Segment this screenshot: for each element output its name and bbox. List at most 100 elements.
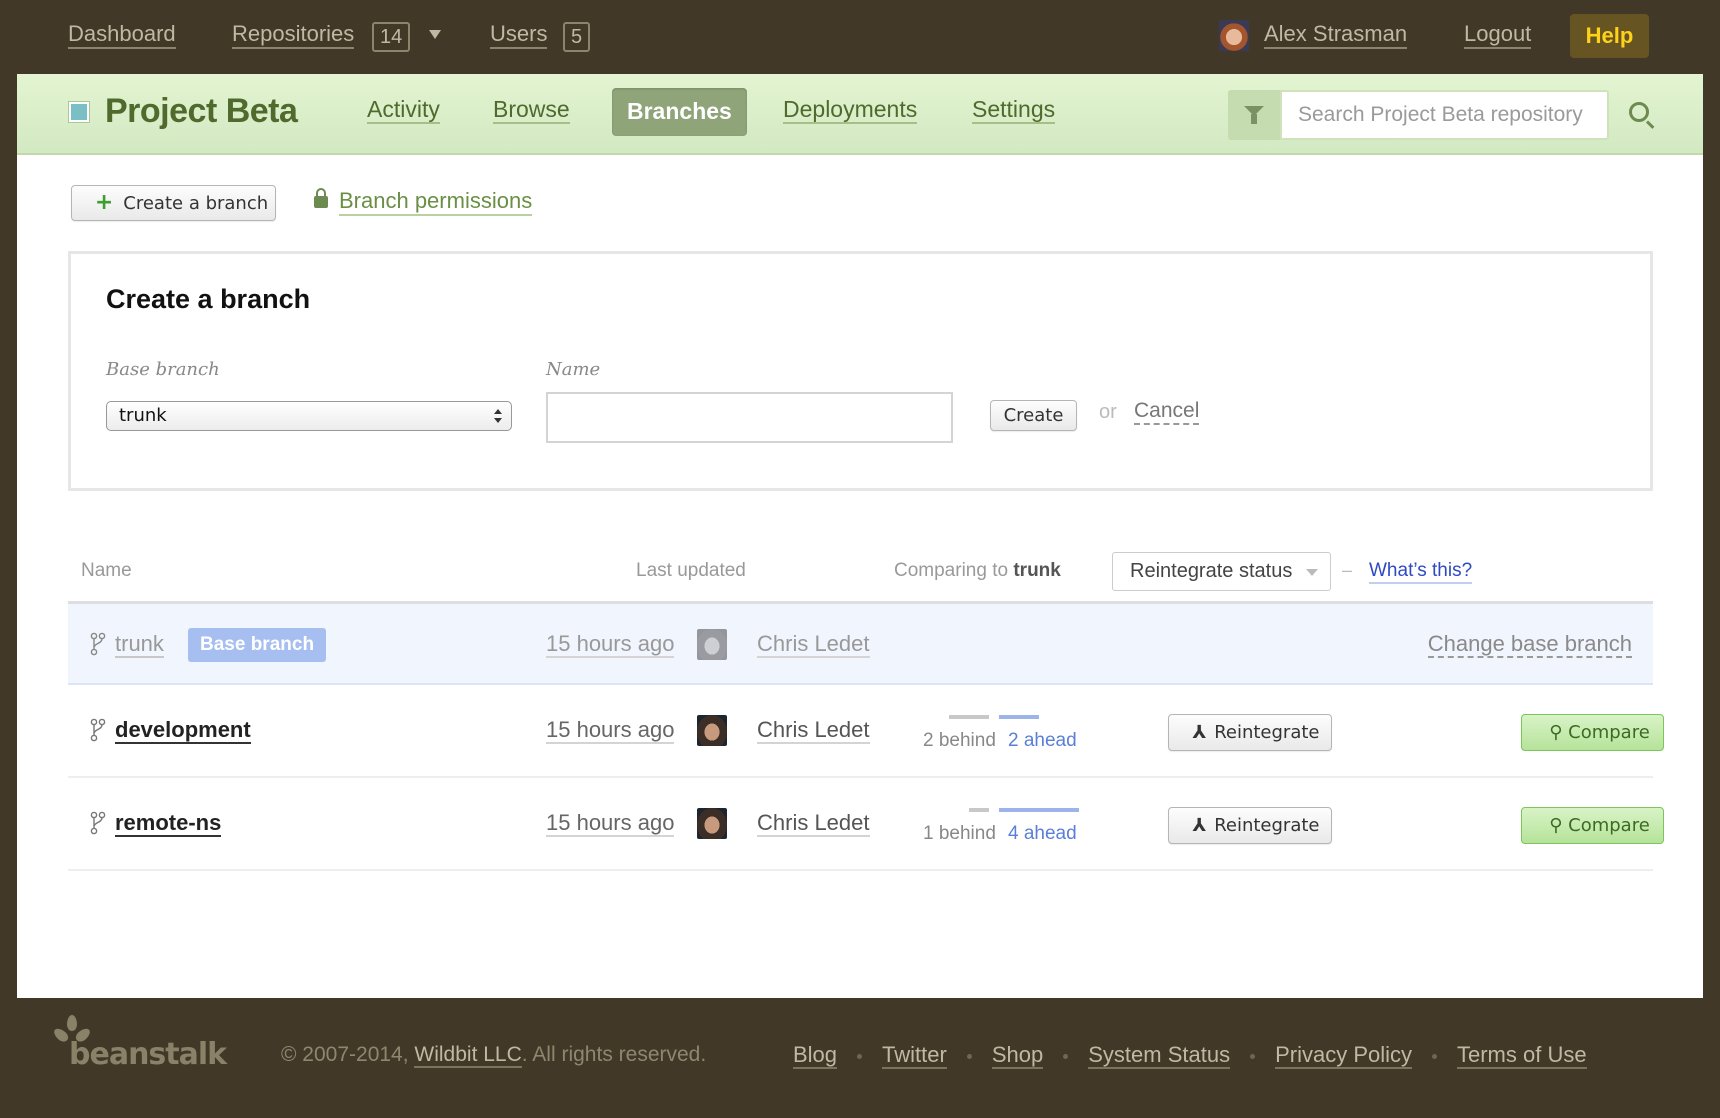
whats-this-link[interactable]: What’s this? (1369, 560, 1473, 584)
users-count-badge: 5 (563, 22, 591, 52)
logout-link[interactable]: Logout (1464, 22, 1532, 49)
select-updown-icon (494, 409, 502, 423)
copyright-prefix: © 2007-2014, (281, 1043, 415, 1066)
change-base-branch-link[interactable]: Change base branch (1427, 632, 1632, 658)
create-submit-button[interactable]: Create (990, 400, 1077, 431)
copyright-text: © 2007-2014, Wildbit LLC. All rights res… (281, 1043, 706, 1068)
repository-search-input[interactable] (1280, 90, 1609, 140)
project-title: Project Beta (105, 92, 298, 130)
footer-link-system-status[interactable]: System Status (1088, 1043, 1231, 1069)
footer-link-privacy-policy[interactable]: Privacy Policy (1275, 1043, 1412, 1069)
merge-icon: ⅄ (1192, 815, 1207, 836)
tab-browse[interactable]: Browse (493, 96, 570, 124)
author-avatar (697, 808, 727, 839)
repositories-count-badge: 14 (372, 22, 411, 52)
author-link[interactable]: Chris Ledet (757, 811, 870, 837)
reintegrate-button[interactable]: ⅄ Reintegrate (1168, 714, 1332, 751)
base-branch-select[interactable]: trunk (106, 401, 512, 431)
footer-separator (966, 1053, 972, 1059)
nav-users[interactable]: Users (490, 22, 548, 49)
author-avatar (697, 715, 727, 746)
project-header: Project Beta Activity Browse Branches De… (17, 74, 1703, 155)
reintegrate-label: Reintegrate (1214, 815, 1320, 836)
ahead-count-link[interactable]: 2 ahead (1008, 730, 1077, 752)
reintegrate-status-select[interactable]: Reintegrate status (1112, 552, 1331, 591)
compare-icon: ⚲ (1549, 815, 1569, 836)
nav-repositories[interactable]: Repositories (232, 22, 355, 49)
help-button[interactable]: Help (1570, 14, 1649, 58)
branch-name-link[interactable]: development (115, 718, 251, 744)
footer-link-blog[interactable]: Blog (793, 1043, 838, 1069)
footer-link-terms-of-use[interactable]: Terms of Use (1457, 1043, 1587, 1069)
create-branch-label: Create a branch (123, 193, 269, 214)
author-link[interactable]: Chris Ledet (757, 718, 870, 744)
ahead-bar (999, 808, 1079, 812)
compare-label: Compare (1568, 815, 1650, 836)
last-updated-link[interactable]: 15 hours ago (546, 632, 675, 658)
footer-links: Blog Twitter Shop System Status Privacy … (793, 1043, 1587, 1069)
filter-icon (1244, 106, 1264, 124)
last-updated-link[interactable]: 15 hours ago (546, 718, 675, 744)
merge-icon: ⅄ (1192, 722, 1207, 743)
wildbit-link[interactable]: Wildbit LLC (414, 1043, 522, 1068)
plus-icon: + (94, 190, 114, 215)
user-name-link[interactable]: Alex Strasman (1264, 22, 1408, 49)
logo-wordmark: beanstalk (69, 1037, 227, 1072)
branch-row: remote-ns 15 hours ago Chris Ledet 1 beh… (68, 778, 1664, 871)
ahead-bar (999, 715, 1039, 719)
beanstalk-logo[interactable]: beanstalk (51, 1015, 227, 1073)
branch-name-link[interactable]: trunk (115, 632, 164, 658)
search-filter-button[interactable] (1228, 90, 1280, 140)
comparing-prefix: Comparing to (894, 560, 1009, 581)
repositories-dropdown-caret-icon[interactable] (429, 30, 441, 39)
branch-icon (90, 811, 106, 835)
main-content-card: Project Beta Activity Browse Branches De… (17, 74, 1703, 998)
behind-count: 2 behind (923, 730, 996, 751)
dash-separator: – (1342, 560, 1353, 580)
column-header-name: Name (81, 560, 132, 581)
branch-icon (90, 632, 106, 656)
base-branch-value: trunk (119, 405, 167, 426)
column-header-comparing: Comparing to trunk (894, 560, 1061, 582)
branch-name-input[interactable] (546, 392, 953, 443)
create-branch-button[interactable]: + Create a branch (71, 185, 276, 221)
author-link[interactable]: Chris Ledet (757, 632, 870, 658)
footer-link-shop[interactable]: Shop (991, 1043, 1044, 1069)
base-branch-label: Base branch (106, 359, 220, 380)
user-avatar[interactable] (1219, 20, 1249, 51)
or-separator: or (1099, 401, 1117, 423)
lock-icon (314, 188, 328, 208)
footer-separator (1250, 1053, 1256, 1059)
tab-deployments[interactable]: Deployments (783, 96, 918, 124)
nav-dashboard[interactable]: Dashboard (68, 22, 176, 49)
branch-name-link[interactable]: remote-ns (115, 811, 222, 837)
base-branch-badge: Base branch (188, 628, 327, 662)
tab-branches[interactable]: Branches (612, 88, 747, 136)
compare-icon: ⚲ (1549, 722, 1569, 743)
compare-button[interactable]: ⚲ Compare (1521, 807, 1664, 844)
author-avatar (697, 629, 727, 660)
last-updated-link[interactable]: 15 hours ago (546, 811, 675, 837)
footer-link-twitter[interactable]: Twitter (882, 1043, 947, 1069)
project-color-square-icon (69, 102, 89, 122)
create-branch-panel: Create a branch Base branch Name trunk C… (68, 251, 1653, 491)
branch-row-base: trunk Base branch 15 hours ago Chris Led… (68, 604, 1653, 685)
chevron-down-icon (1306, 569, 1318, 576)
top-navigation-bar: Dashboard Repositories 14 Users 5 Alex S… (0, 0, 1720, 74)
tab-settings[interactable]: Settings (972, 96, 1056, 124)
search-icon[interactable] (1629, 102, 1649, 122)
column-header-last-updated: Last updated (636, 560, 746, 581)
name-label: Name (546, 359, 601, 380)
cancel-link[interactable]: Cancel (1134, 399, 1200, 425)
compare-button[interactable]: ⚲ Compare (1521, 714, 1664, 751)
reintegrate-status-value: Reintegrate status (1130, 560, 1293, 582)
branch-icon (90, 718, 106, 742)
behind-bar (949, 715, 989, 719)
ahead-count-link[interactable]: 4 ahead (1008, 823, 1077, 845)
reintegrate-button[interactable]: ⅄ Reintegrate (1168, 807, 1332, 844)
tab-activity[interactable]: Activity (367, 96, 440, 124)
branch-permissions-link[interactable]: Branch permissions (339, 188, 533, 216)
footer-separator (1432, 1053, 1437, 1059)
footer-separator (1063, 1053, 1069, 1059)
footer-separator (857, 1053, 863, 1059)
